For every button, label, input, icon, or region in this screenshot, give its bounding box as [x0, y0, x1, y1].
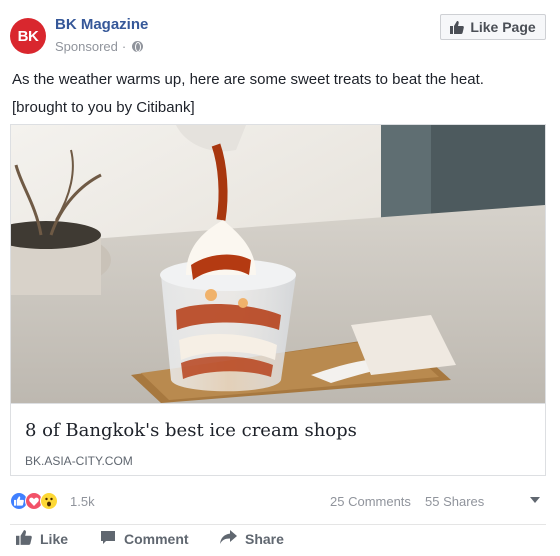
separator-dot: ·: [121, 39, 127, 54]
wow-reaction-icon: [40, 492, 58, 510]
like-page-label: Like Page: [470, 19, 536, 35]
comment-icon: [100, 530, 116, 548]
sponsored-label[interactable]: Sponsored: [55, 39, 118, 54]
chevron-down-icon[interactable]: [530, 497, 540, 503]
sponsored-post: BK BK Magazine Sponsored · Like Page As …: [0, 0, 560, 556]
post-message-line: As the weather warms up, here are some s…: [12, 71, 484, 88]
share-button-label: Share: [245, 530, 284, 547]
comment-button-label: Comment: [124, 531, 189, 547]
link-domain: BK.ASIA-CITY.COM: [25, 454, 133, 468]
post-message: As the weather warms up, here are some s…: [12, 66, 548, 122]
post-header: BK BK Magazine Sponsored · Like Page: [10, 12, 550, 58]
share-button[interactable]: Share: [220, 530, 284, 547]
reaction-icons[interactable]: [10, 492, 58, 510]
post-message-line: [brought to you by Citibank]: [12, 99, 195, 116]
link-attachment[interactable]: 8 of Bangkok's best ice cream shops BK.A…: [10, 124, 546, 476]
like-page-button[interactable]: Like Page: [440, 14, 546, 40]
like-button-label: Like: [40, 531, 69, 547]
link-title[interactable]: 8 of Bangkok's best ice cream shops: [25, 420, 357, 441]
reaction-count[interactable]: 1.5k: [70, 494, 95, 509]
page-avatar[interactable]: BK: [10, 18, 46, 54]
globe-icon[interactable]: [132, 41, 144, 52]
attachment-photo[interactable]: [11, 125, 545, 403]
reactions-summary: 1.5k 25 Comments 55 Shares: [10, 488, 546, 516]
shares-count-link[interactable]: 55 Shares: [425, 494, 484, 509]
action-divider: [10, 524, 546, 525]
like-button[interactable]: Like: [16, 530, 68, 548]
sponsored-label-row: Sponsored ·: [55, 39, 144, 54]
thumbs-up-icon: [450, 20, 465, 34]
ice-cream-photo: [11, 125, 545, 403]
comments-count-link[interactable]: 25 Comments: [330, 494, 411, 509]
thumbs-up-icon: [16, 530, 32, 548]
post-actions: Like Comment Share: [10, 528, 546, 556]
link-preview[interactable]: 8 of Bangkok's best ice cream shops BK.A…: [11, 403, 545, 475]
page-name-link[interactable]: BK Magazine: [55, 16, 148, 33]
share-arrow-icon: [220, 530, 237, 547]
comment-button[interactable]: Comment: [100, 530, 189, 548]
